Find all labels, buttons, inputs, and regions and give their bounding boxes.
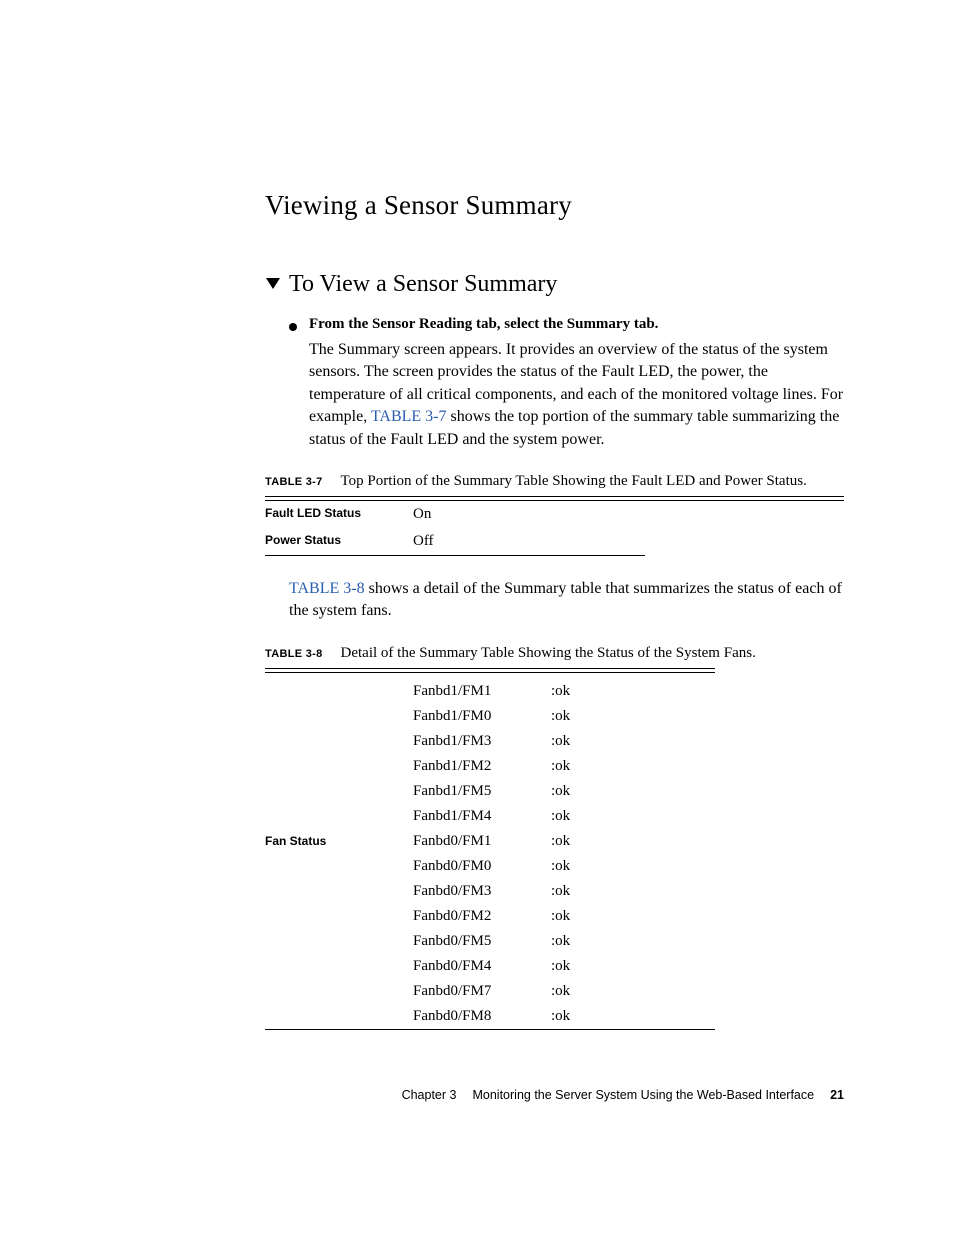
table-row: Fanbd1/FM2:ok <box>265 754 715 779</box>
fan-name: Fanbd0/FM0 <box>413 854 551 879</box>
table-row: Fanbd0/FM8:ok <box>265 1004 715 1029</box>
fan-name: Fanbd1/FM0 <box>413 704 551 729</box>
fan-status: :ok <box>551 954 715 979</box>
table-row: Fanbd0/FM7:ok <box>265 979 715 1004</box>
table-row: Fanbd1/FM3:ok <box>265 729 715 754</box>
table-3-8-caption: Detail of the Summary Table Showing the … <box>341 645 756 662</box>
body-paragraph-1: The Summary screen appears. It provides … <box>309 339 844 451</box>
divider <box>265 1029 715 1030</box>
fan-status: :ok <box>551 929 715 954</box>
instruction-bullet: From the Sensor Reading tab, select the … <box>289 316 844 333</box>
fan-name: Fanbd0/FM1 <box>413 829 551 854</box>
step-heading: To View a Sensor Summary <box>289 271 557 298</box>
table-row: Fanbd0/FM0:ok <box>265 854 715 879</box>
cell-value: Off <box>413 528 645 555</box>
cell-label: Power Status <box>265 528 413 555</box>
fan-name: Fanbd1/FM2 <box>413 754 551 779</box>
triangle-down-icon <box>265 275 281 291</box>
table-row: Fanbd0/FM5:ok <box>265 929 715 954</box>
fan-group-label: Fan Status <box>265 829 413 854</box>
fan-status: :ok <box>551 979 715 1004</box>
footer-chapter: Chapter 3 <box>402 1088 457 1102</box>
page-footer: Chapter 3 Monitoring the Server System U… <box>402 1088 844 1102</box>
fan-name: Fanbd0/FM7 <box>413 979 551 1004</box>
table-3-8-label: TABLE 3-8 <box>265 648 323 660</box>
fan-status: :ok <box>551 704 715 729</box>
fan-name: Fanbd1/FM5 <box>413 779 551 804</box>
table-row: Fanbd1/FM0:ok <box>265 704 715 729</box>
para2-text: shows a detail of the Summary table that… <box>289 580 842 619</box>
table-row: Fault LED Status On <box>265 501 645 528</box>
table-3-8: Fanbd1/FM1:ok Fanbd1/FM0:ok Fanbd1/FM3:o… <box>265 679 715 1029</box>
fan-name: Fanbd1/FM3 <box>413 729 551 754</box>
section-heading: Viewing a Sensor Summary <box>265 190 844 221</box>
fan-name: Fanbd1/FM1 <box>413 679 551 704</box>
table-row: Fanbd0/FM2:ok <box>265 904 715 929</box>
table-3-7-label: TABLE 3-7 <box>265 476 323 488</box>
table-3-7: Fault LED Status On Power Status Off <box>265 501 645 555</box>
fan-status: :ok <box>551 804 715 829</box>
fan-name: Fanbd0/FM4 <box>413 954 551 979</box>
table-row: Power Status Off <box>265 528 645 555</box>
instruction-text: From the Sensor Reading tab, select the … <box>309 316 658 333</box>
table-3-7-caption: Top Portion of the Summary Table Showing… <box>341 473 807 490</box>
table-row: Fanbd1/FM1:ok <box>265 679 715 704</box>
fan-status: :ok <box>551 779 715 804</box>
table-row: Fanbd0/FM3:ok <box>265 879 715 904</box>
fan-name: Fanbd0/FM5 <box>413 929 551 954</box>
divider <box>265 555 645 556</box>
fan-status: :ok <box>551 1004 715 1029</box>
fan-name: Fanbd0/FM2 <box>413 904 551 929</box>
fan-status: :ok <box>551 904 715 929</box>
cell-label: Fault LED Status <box>265 501 413 528</box>
body-paragraph-2: TABLE 3-8 shows a detail of the Summary … <box>289 578 844 623</box>
cell-value: On <box>413 501 645 528</box>
table-3-8-link[interactable]: TABLE 3-8 <box>289 580 365 597</box>
fan-name: Fanbd0/FM8 <box>413 1004 551 1029</box>
fan-status: :ok <box>551 729 715 754</box>
bullet-icon <box>289 323 297 331</box>
fan-status: :ok <box>551 754 715 779</box>
table-row: Fanbd1/FM5:ok <box>265 779 715 804</box>
fan-name: Fanbd1/FM4 <box>413 804 551 829</box>
fan-status: :ok <box>551 679 715 704</box>
table-row: Fanbd0/FM4:ok <box>265 954 715 979</box>
fan-status: :ok <box>551 879 715 904</box>
table-3-7-link[interactable]: TABLE 3-7 <box>371 408 447 425</box>
table-row: Fan StatusFanbd0/FM1:ok <box>265 829 715 854</box>
table-row: Fanbd1/FM4:ok <box>265 804 715 829</box>
fan-status: :ok <box>551 854 715 879</box>
page-number: 21 <box>830 1088 844 1102</box>
fan-status: :ok <box>551 829 715 854</box>
footer-title: Monitoring the Server System Using the W… <box>472 1088 814 1102</box>
fan-name: Fanbd0/FM3 <box>413 879 551 904</box>
